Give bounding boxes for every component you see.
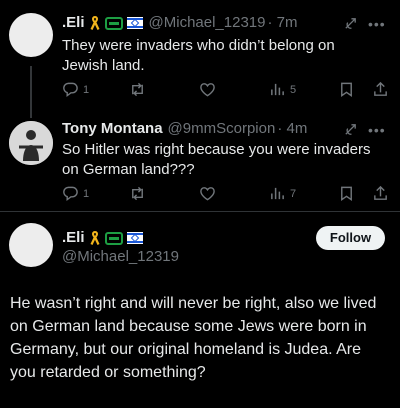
tweet-2[interactable]: Tony Montana @9mmScorpion · 4m ••• So Hi… [0,118,400,210]
views-icon [271,187,284,200]
bookmark-icon [341,82,352,97]
more-icon[interactable]: ••• [368,123,386,137]
avatar-figure-icon [9,121,53,165]
avatar[interactable] [9,223,53,267]
grok-icon[interactable] [343,122,358,137]
bookmark-icon [341,186,352,201]
tweet-top-actions: ••• [343,16,386,31]
more-icon[interactable]: ••• [368,17,386,31]
heart-icon [200,83,215,97]
retweet-icon [132,186,143,201]
tweet-header: .Eli [62,229,143,247]
tweet-top-actions: ••• [343,122,386,137]
tweet-1[interactable]: .Eli @Michael_12319 · 7m ••• They were i… [0,0,400,118]
israel-flag-icon [126,232,143,244]
share-icon [374,185,387,200]
views-count: 7 [290,187,297,200]
bookmark-button[interactable] [338,81,355,98]
reply-count: 1 [83,83,90,96]
tweet-text: They were invaders who didn’t belong on … [62,37,335,74]
tweet-actions: 1 5 [62,81,392,101]
reply-count: 1 [83,187,90,200]
views-icon [271,83,284,96]
display-name[interactable]: .Eli [62,229,85,247]
green-badge-icon [104,231,123,245]
share-button[interactable] [372,185,389,202]
israel-flag-icon [126,17,143,29]
ribbon-icon [90,231,100,245]
reply-button[interactable]: 1 [62,185,89,202]
follow-button[interactable]: Follow [316,226,385,250]
views-button[interactable]: 5 [269,81,296,98]
share-button[interactable] [372,81,389,98]
tweet-text: So Hitler was right because you were inv… [62,141,371,178]
timestamp[interactable]: · 7m [267,14,297,32]
reply-icon [63,82,78,98]
views-count: 5 [290,83,297,96]
grok-icon[interactable] [343,16,358,31]
tweet-header: .Eli @Michael_12319 · 7m [62,14,297,32]
views-button[interactable]: 7 [269,185,296,202]
reply-button[interactable]: 1 [62,81,89,98]
ribbon-icon [90,16,100,30]
bookmark-button[interactable] [338,185,355,202]
share-icon [374,81,387,96]
retweet-button[interactable] [129,81,146,98]
display-name[interactable]: .Eli [62,14,85,32]
retweet-icon [132,82,143,97]
timestamp[interactable]: · 4m [277,120,307,138]
avatar[interactable] [9,13,53,57]
tweet-header: Tony Montana @9mmScorpion · 4m [62,120,307,138]
retweet-button[interactable] [129,185,146,202]
display-name[interactable]: Tony Montana [62,120,163,138]
heart-icon [200,187,215,201]
green-badge-icon [104,16,123,30]
avatar[interactable] [9,121,53,165]
handle[interactable]: @Michael_12319 [62,248,179,266]
like-button[interactable] [199,185,216,202]
tweet-text: He wasn’t right and will never be right,… [10,295,377,381]
handle[interactable]: @Michael_12319 [149,14,266,32]
tweet-actions: 1 7 [62,185,392,205]
reply-icon [63,186,78,202]
like-button[interactable] [199,81,216,98]
handle[interactable]: @9mmScorpion [168,120,276,138]
